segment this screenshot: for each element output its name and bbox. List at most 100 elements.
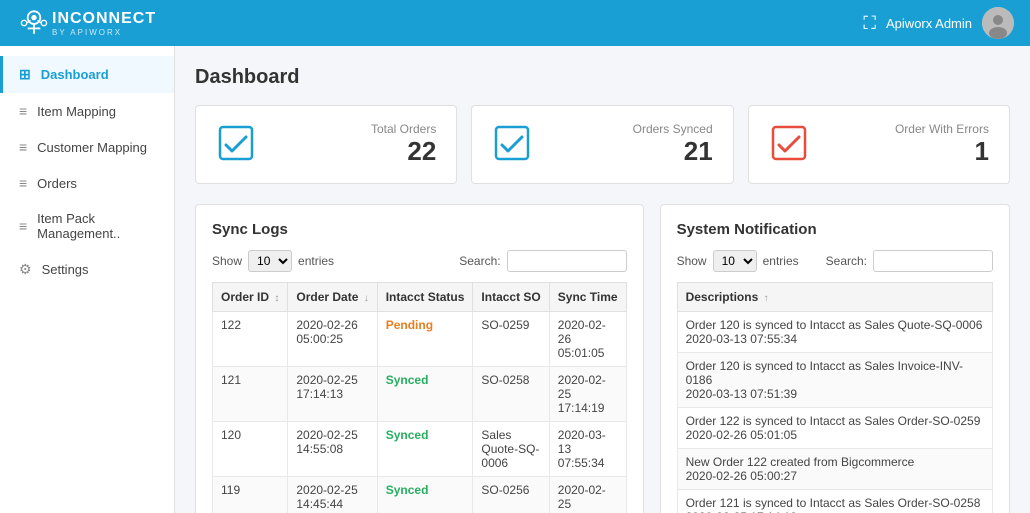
cell-sync-time: 2020-02-25 17:14:19 [549,367,626,422]
stats-row: Total Orders 22 Orders Synced 21 [195,105,1010,184]
col-descriptions: Descriptions ↑ [677,283,992,312]
col-intacct-status: Intacct Status [377,283,473,312]
sort-icon: ↕ [274,293,279,304]
sidebar-item-item-mapping[interactable]: ≡ Item Mapping [0,93,174,129]
table-row: 119 2020-02-25 14:45:44 Synced SO-0256 2… [213,477,627,513]
orders-synced-icon [492,123,532,166]
cell-order-id: 120 [213,422,288,477]
table-row: 120 2020-02-25 14:55:08 Synced Sales Quo… [213,422,627,477]
customer-mapping-icon: ≡ [19,139,27,155]
cell-description: New Order 122 created from Bigcommerce 2… [677,449,992,490]
item-pack-icon: ≡ [19,218,27,234]
list-item: Order 121 is synced to Intacct as Sales … [677,490,992,513]
table-row: 122 2020-02-26 05:00:25 Pending SO-0259 … [213,312,627,367]
total-orders-icon [216,123,256,166]
sidebar-item-orders[interactable]: ≡ Orders [0,165,174,201]
table-row: 121 2020-02-25 17:14:13 Synced SO-0258 2… [213,367,627,422]
col-intacct-so: Intacct SO [473,283,549,312]
sidebar-item-item-pack[interactable]: ≡ Item Pack Management.. [0,201,174,251]
sidebar-item-label: Customer Mapping [37,140,147,155]
cell-intacct-so: SO-0256 [473,477,549,513]
show-label-notif: Show [677,254,707,268]
sidebar-item-customer-mapping[interactable]: ≡ Customer Mapping [0,129,174,165]
sidebar-item-dashboard[interactable]: ⊞ Dashboard [0,56,174,93]
sidebar-item-label: Item Pack Management.. [37,211,158,241]
content-area: Dashboard Total Orders 22 Orders Synced [175,46,1030,513]
cell-order-id: 119 [213,477,288,513]
cell-order-id: 121 [213,367,288,422]
entries-label: entries [298,254,334,268]
sort-icon: ↓ [364,293,369,304]
sidebar-item-settings[interactable]: ⚙ Settings [0,251,174,288]
header-right: ⛶ Apiworx Admin [863,7,1014,39]
order-errors-icon [769,123,809,166]
list-item: New Order 122 created from Bigcommerce 2… [677,449,992,490]
settings-icon: ⚙ [19,261,32,278]
main-layout: ⊞ Dashboard ≡ Item Mapping ≡ Customer Ma… [0,46,1030,513]
cell-description: Order 122 is synced to Intacct as Sales … [677,408,992,449]
system-notification-panel: System Notification Show 10 25 50 entrie… [660,204,1010,513]
order-errors-value: 1 [825,136,989,167]
sidebar-item-label: Settings [42,262,89,277]
cell-order-date: 2020-02-25 14:55:08 [288,422,377,477]
col-sync-time: Sync Time [549,283,626,312]
user-name: Apiworx Admin [886,16,972,31]
search-label: Search: [459,254,500,268]
col-order-id: Order ID ↕ [213,283,288,312]
cell-order-date: 2020-02-25 14:45:44 [288,477,377,513]
stat-card-total-orders: Total Orders 22 [195,105,457,184]
dashboard-icon: ⊞ [19,66,31,83]
show-label: Show [212,254,242,268]
sidebar-item-label: Dashboard [41,67,109,82]
sync-logs-title: Sync Logs [212,221,627,238]
stat-card-orders-synced: Orders Synced 21 [471,105,733,184]
avatar [982,7,1014,39]
total-orders-value: 22 [272,136,436,167]
list-item: Order 120 is synced to Intacct as Sales … [677,353,992,408]
notification-table: Descriptions ↑ Order 120 is synced to In… [677,282,993,513]
cell-description: Order 120 is synced to Intacct as Sales … [677,312,992,353]
page-title: Dashboard [195,66,1010,89]
cell-intacct-so: SO-0259 [473,312,549,367]
cell-order-date: 2020-02-26 05:00:25 [288,312,377,367]
cell-intacct-so: Sales Quote-SQ-0006 [473,422,549,477]
cell-sync-time: 2020-02-25 14:45:51 [549,477,626,513]
top-header: INCONNECT BY APIWORX ⛶ Apiworx Admin [0,0,1030,46]
sync-search-input[interactable] [507,250,627,272]
stat-card-order-errors: Order With Errors 1 [748,105,1010,184]
sort-icon: ↑ [764,293,769,304]
order-errors-label: Order With Errors [825,122,989,136]
cell-status: Synced [377,477,473,513]
sync-logs-table: Order ID ↕ Order Date ↓ Intacct Status I… [212,282,627,513]
cell-order-date: 2020-02-25 17:14:13 [288,367,377,422]
orders-icon: ≡ [19,175,27,191]
notif-search-input[interactable] [873,250,993,272]
cell-description: Order 121 is synced to Intacct as Sales … [677,490,992,513]
sidebar-item-label: Orders [37,176,77,191]
cell-sync-time: 2020-02-26 05:01:05 [549,312,626,367]
notification-controls: Show 10 25 50 entries Search: [677,250,993,272]
list-item: Order 120 is synced to Intacct as Sales … [677,312,992,353]
cell-description: Order 120 is synced to Intacct as Sales … [677,353,992,408]
list-item: Order 122 is synced to Intacct as Sales … [677,408,992,449]
expand-icon[interactable]: ⛶ [863,13,876,34]
item-mapping-icon: ≡ [19,103,27,119]
sync-logs-controls: Show 10 25 50 entries Search: [212,250,627,272]
logo-area: INCONNECT BY APIWORX [16,5,156,41]
total-orders-label: Total Orders [272,122,436,136]
logo-sub: BY APIWORX [52,28,156,37]
show-select-sync[interactable]: 10 25 50 [248,250,292,272]
show-select-notif[interactable]: 10 25 50 [713,250,757,272]
cell-intacct-so: SO-0258 [473,367,549,422]
sidebar-item-label: Item Mapping [37,104,116,119]
cell-status: Synced [377,422,473,477]
search-label-notif: Search: [826,254,867,268]
col-order-date: Order Date ↓ [288,283,377,312]
sync-logs-panel: Sync Logs Show 10 25 50 entries Search: [195,204,644,513]
sidebar: ⊞ Dashboard ≡ Item Mapping ≡ Customer Ma… [0,46,175,513]
entries-label-notif: entries [763,254,799,268]
cell-order-id: 122 [213,312,288,367]
orders-synced-value: 21 [548,136,712,167]
system-notification-title: System Notification [677,221,993,238]
cell-status: Pending [377,312,473,367]
